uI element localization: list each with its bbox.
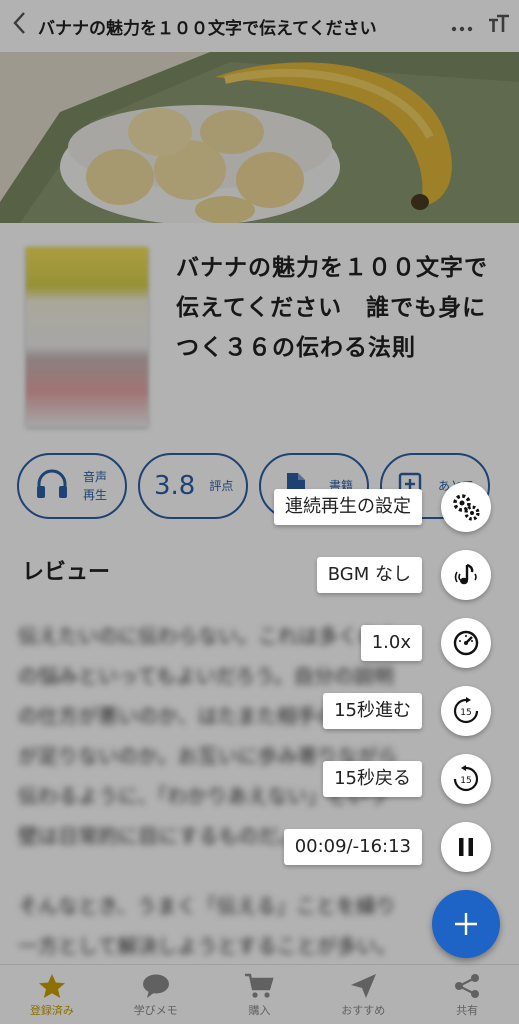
speedometer-icon — [453, 630, 479, 656]
pause-fab[interactable] — [441, 822, 491, 872]
speed-fab[interactable] — [441, 618, 491, 668]
speed-label[interactable]: 1.0x — [360, 625, 422, 661]
svg-text:15: 15 — [460, 776, 471, 786]
svg-text:15: 15 — [460, 708, 471, 718]
music-note-icon — [454, 563, 477, 585]
backward-label[interactable]: 15秒戻る — [323, 761, 422, 797]
replay-15-icon: 15 — [453, 765, 479, 792]
continuous-play-label[interactable]: 連続再生の設定 — [274, 489, 422, 525]
main-fab[interactable] — [432, 890, 500, 958]
playback-time: 00:09/-16:13 — [283, 829, 422, 865]
gears-icon — [453, 494, 480, 521]
bgm-label[interactable]: BGM なし — [316, 557, 422, 593]
forward-15-fab[interactable]: 15 — [441, 686, 491, 736]
forward-label[interactable]: 15秒進む — [323, 693, 422, 729]
bgm-fab[interactable] — [441, 550, 491, 600]
pause-icon — [459, 838, 473, 856]
forward-15-icon: 15 — [453, 697, 479, 724]
backward-15-fab[interactable]: 15 — [441, 754, 491, 804]
plus-icon — [455, 913, 477, 935]
settings-fab[interactable] — [441, 482, 491, 532]
